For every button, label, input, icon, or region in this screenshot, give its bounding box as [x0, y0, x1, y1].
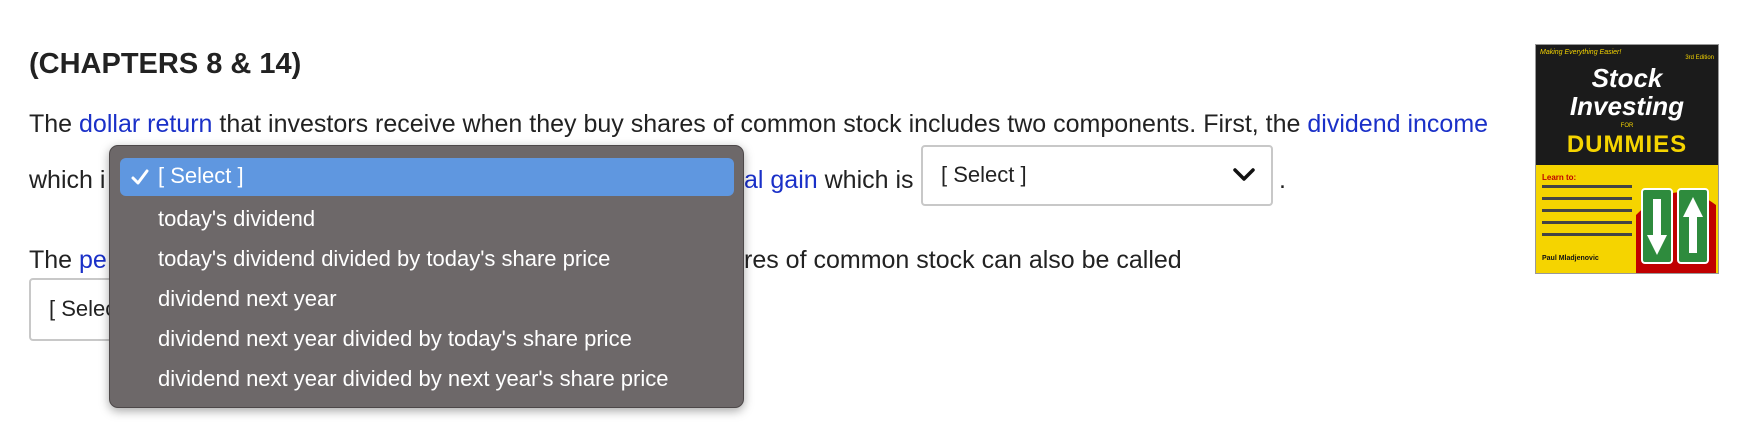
- book-bullet-list: [1542, 185, 1632, 245]
- book-learn-label: Learn to:: [1542, 173, 1577, 182]
- checkmark-icon: [131, 169, 149, 185]
- paragraph-line-3-start: The pe: [29, 246, 107, 275]
- select-capital-gain[interactable]: [ Select ]: [921, 145, 1273, 206]
- section-heading: (CHAPTERS 8 & 14): [29, 48, 302, 80]
- dropdown-option[interactable]: dividend next year divided by next year'…: [158, 366, 668, 392]
- text: which is: [817, 166, 914, 194]
- term-capital-gain: al gain: [744, 166, 818, 194]
- arrow-signs-icon: [1636, 188, 1716, 273]
- dropdown-option[interactable]: today's dividend: [158, 206, 315, 232]
- book-brand-logo: DUMMIES: [1566, 131, 1688, 158]
- dropdown-option[interactable]: dividend next year divided by today's sh…: [158, 326, 632, 352]
- term-percentage: pe: [79, 246, 107, 274]
- term-dollar-return: dollar return: [79, 110, 213, 138]
- paragraph-line-3-end: res of common stock can also be called: [744, 246, 1182, 274]
- book-author: Paul Mladjenovic: [1542, 255, 1599, 262]
- book-tagline: Making Everything Easier!: [1540, 49, 1622, 56]
- paragraph-line-1: The dollar return that investors receive…: [29, 110, 1488, 139]
- text: which i: [29, 166, 106, 194]
- select-value: [ Select ]: [941, 162, 1027, 187]
- term-dividend-income: dividend income: [1307, 110, 1489, 138]
- dropdown-option[interactable]: today's dividend divided by today's shar…: [158, 246, 610, 272]
- text: The: [29, 110, 80, 138]
- book-title-line1: Stock: [1591, 63, 1663, 93]
- dropdown-option-selected[interactable]: [ Select ]: [120, 158, 734, 196]
- text: The: [29, 246, 80, 274]
- paragraph-line-2-start: which i: [29, 166, 105, 195]
- period: .: [1279, 166, 1286, 194]
- book-cover-image: Making Everything Easier! 3rd Edition St…: [1535, 44, 1719, 274]
- paragraph-line-2-end: al gain which is: [744, 166, 914, 195]
- dropdown-menu: [ Select ] today's dividend today's divi…: [109, 145, 744, 408]
- book-for: FOR: [1620, 123, 1634, 129]
- option-label: [ Select ]: [158, 163, 244, 188]
- chevron-down-icon: [1233, 168, 1255, 181]
- book-edition: 3rd Edition: [1685, 55, 1714, 61]
- book-cover-top: Making Everything Easier! 3rd Edition St…: [1536, 45, 1718, 165]
- text: that investors receive when they buy sha…: [212, 110, 1308, 138]
- select-value: [ Selec: [49, 296, 117, 321]
- book-title-line2: Investing: [1569, 91, 1685, 121]
- dropdown-option[interactable]: dividend next year: [158, 286, 337, 312]
